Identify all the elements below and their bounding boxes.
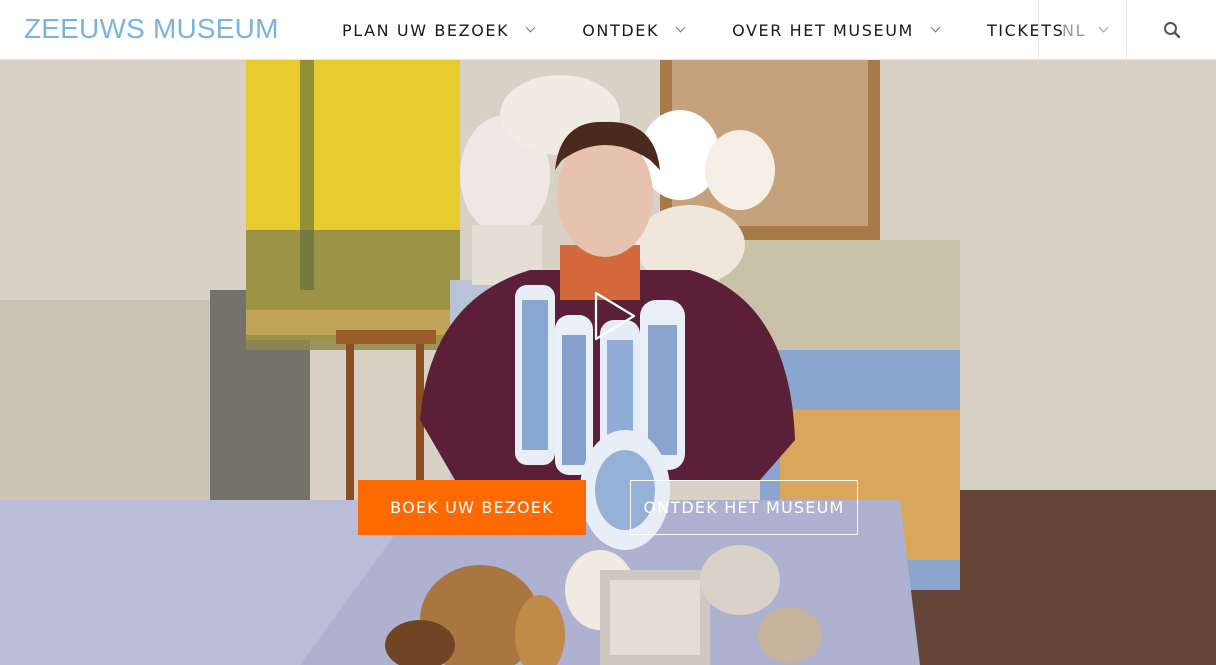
nav-item-plan-uw-bezoek[interactable]: PLAN UW BEZOEK xyxy=(318,0,558,60)
site-header: ZEEUWS MUSEUM PLAN UW BEZOEK ONTDEK OVER… xyxy=(0,0,1216,60)
language-selector[interactable]: NL xyxy=(1038,0,1127,60)
nav-item-ontdek[interactable]: ONTDEK xyxy=(558,0,708,60)
nav-item-over-het-museum[interactable]: OVER HET MUSEUM xyxy=(708,0,963,60)
chevron-down-icon xyxy=(1098,22,1109,33)
site-logo[interactable]: ZEEUWS MUSEUM xyxy=(24,13,279,45)
chevron-down-icon xyxy=(525,22,536,33)
search-icon xyxy=(1163,22,1180,39)
play-icon[interactable] xyxy=(590,290,638,342)
book-visit-button[interactable]: BOEK UW BEZOEK xyxy=(358,480,586,535)
left-panel xyxy=(0,300,240,500)
language-label: NL xyxy=(1062,20,1087,40)
nav-label: OVER HET MUSEUM xyxy=(732,20,914,40)
chevron-down-icon xyxy=(930,22,941,33)
nav-label: PLAN UW BEZOEK xyxy=(342,20,510,40)
search-button[interactable] xyxy=(1127,0,1216,60)
chevron-down-icon xyxy=(675,22,686,33)
hero-image xyxy=(0,60,1216,665)
discover-museum-button[interactable]: ONTDEK HET MUSEUM xyxy=(630,480,858,535)
nav-label: ONTDEK xyxy=(582,20,660,40)
main-nav: PLAN UW BEZOEK ONTDEK OVER HET MUSEUM TI… xyxy=(318,0,1088,60)
hero-section: BOEK UW BEZOEK ONTDEK HET MUSEUM xyxy=(0,60,1216,665)
